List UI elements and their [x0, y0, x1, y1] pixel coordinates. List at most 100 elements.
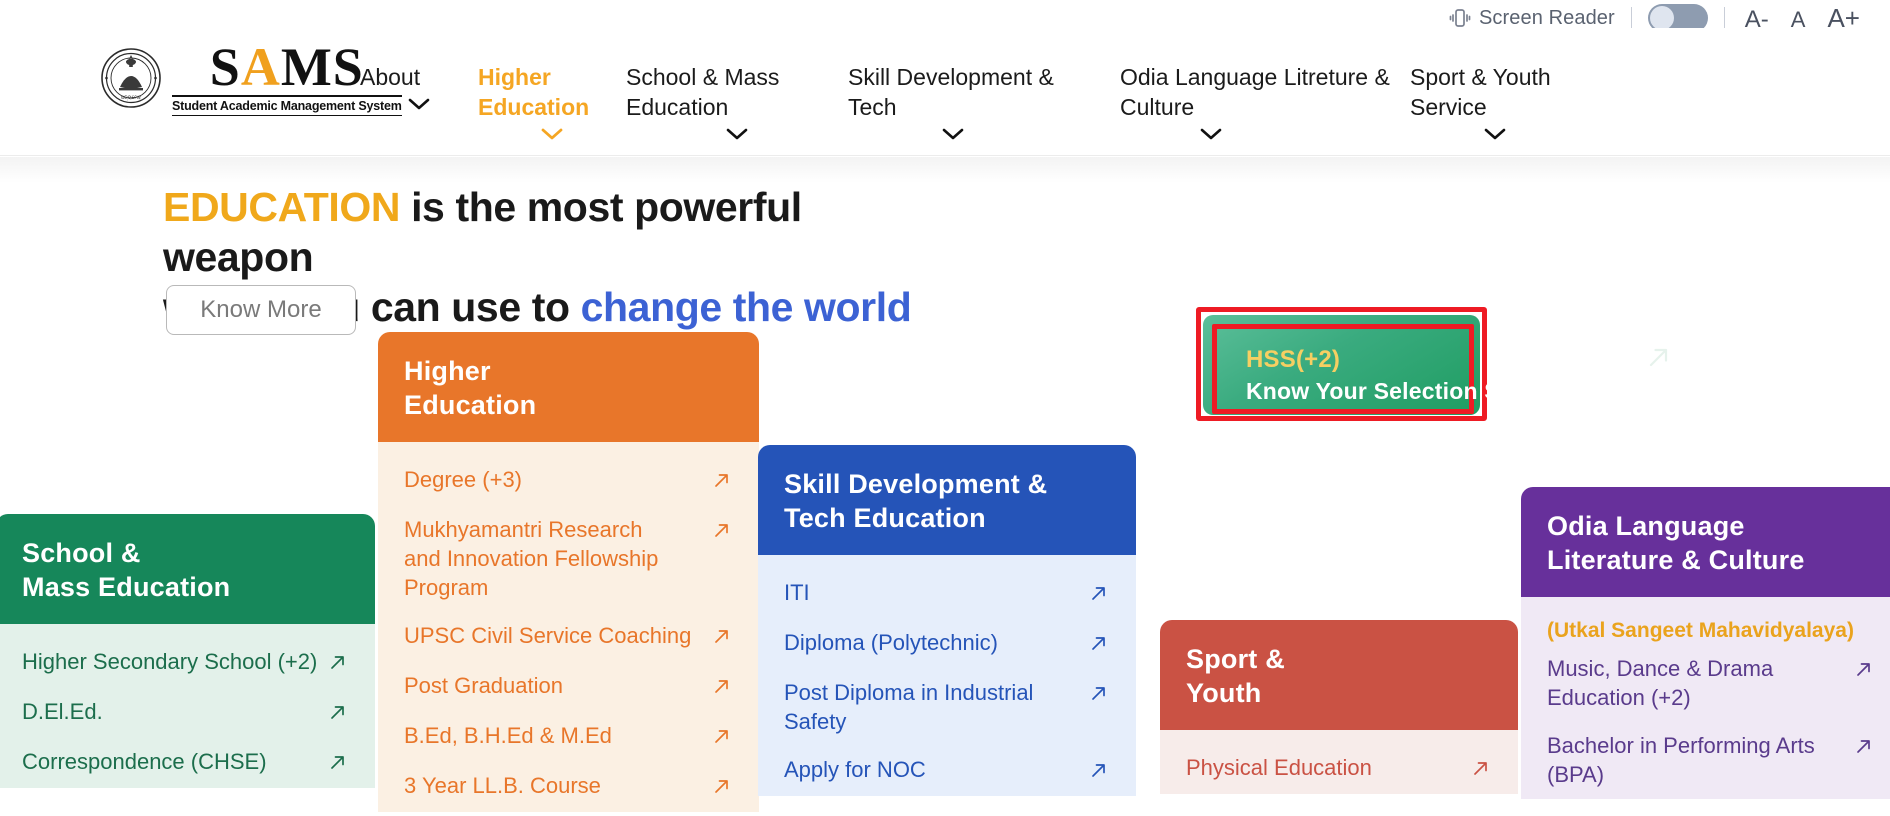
card-title-line-2: Youth: [1186, 678, 1262, 708]
nav-label: Sport & Youth Service: [1410, 64, 1551, 120]
card-link-label: Diploma (Polytechnic): [784, 630, 998, 655]
arrow-up-right-icon: [1644, 342, 1674, 377]
card-title-line-2: Mass Education: [22, 572, 231, 602]
card-link-label: Post Diploma in Industrial Safety: [784, 680, 1034, 734]
divider: [1630, 7, 1632, 29]
card-header: Higher Education: [378, 332, 759, 442]
nav-item-about[interactable]: About: [360, 62, 478, 112]
screen-reader-control[interactable]: Screen Reader: [1449, 7, 1615, 30]
svg-text:ସତ୍ୟମେବ: ସତ୍ୟମେବ: [121, 95, 142, 101]
card-link-label: Correspondence (CHSE): [22, 749, 267, 774]
card-header: Sport & Youth: [1160, 620, 1518, 730]
wordmark-text: SAMS: [209, 37, 364, 97]
card-link-d-el-ed[interactable]: D.El.Ed.: [0, 688, 375, 738]
card-link-3-year-llb-course[interactable]: 3 Year LL.B. Course: [378, 762, 759, 812]
arrow-up-right-icon: [1088, 632, 1110, 659]
card-link-label: Physical Education: [1186, 755, 1372, 780]
arrow-up-right-icon: [1088, 582, 1110, 609]
nav-item-school-mass-education[interactable]: School & Mass Education: [626, 62, 848, 142]
card-link-apply-for-noc[interactable]: Apply for NOC: [758, 746, 1136, 796]
card-title-line-1: Sport &: [1186, 644, 1285, 674]
nav-label: School & Mass Education: [626, 64, 780, 120]
nav-label: Higher Education: [478, 64, 590, 120]
card-link-diploma-polytechnic[interactable]: Diploma (Polytechnic): [758, 619, 1136, 669]
arrow-up-right-icon: [1853, 735, 1875, 762]
card-link-music-dance-drama-education[interactable]: Music, Dance & Drama Education (+2): [1521, 645, 1890, 722]
card-link-mukhyamantri-fellowship[interactable]: Mukhyamantri Research and Innovation Fel…: [378, 506, 759, 612]
page-root: Screen Reader A- A A+ ସତ୍ୟମେବ SAMS Stude…: [0, 0, 1890, 816]
card-header: Odia Language Literature & Culture: [1521, 487, 1890, 597]
arrow-up-right-icon: [711, 725, 733, 752]
card-link-bachelor-performing-arts[interactable]: Bachelor in Performing Arts (BPA): [1521, 722, 1890, 799]
card-header: Skill Development & Tech Education: [758, 445, 1136, 555]
brand-logo[interactable]: ସତ୍ୟମେବ SAMS Student Academic Management…: [100, 40, 402, 116]
card-links: (Utkal Sangeet Mahavidyalaya) Music, Dan…: [1521, 597, 1890, 799]
card-title-line-1: School &: [22, 538, 141, 568]
card-sport-youth: Sport & Youth Physical Education: [1160, 620, 1518, 794]
card-link-label: Degree (+3): [404, 467, 523, 492]
screen-reader-icon: [1449, 7, 1471, 29]
card-title-line-2: Education: [404, 390, 537, 420]
card-link-label: B.Ed, B.H.Ed & M.Ed: [404, 723, 612, 748]
card-link-label: Music, Dance & Drama Education (+2): [1547, 656, 1774, 710]
chevron-down-icon: [406, 96, 432, 112]
chevron-down-icon: [940, 126, 966, 142]
hero-section: EDUCATION is the most powerful weapon wh…: [0, 157, 1890, 816]
card-title-line-2: Tech Education: [784, 503, 986, 533]
card-link-label: Mukhyamantri Research and Innovation Fel…: [404, 517, 659, 600]
chevron-down-icon: [724, 126, 750, 142]
arrow-up-right-icon: [327, 651, 349, 678]
card-link-physical-education[interactable]: Physical Education: [1160, 744, 1518, 794]
nav-item-higher-education[interactable]: Higher Education: [478, 62, 626, 142]
arrow-up-right-icon: [1088, 682, 1110, 709]
card-link-upsc-civil-service-coaching[interactable]: UPSC Civil Service Coaching: [378, 612, 759, 662]
card-skill-development-tech-education: Skill Development & Tech Education ITI D…: [758, 445, 1136, 796]
card-title-line-1: Odia Language: [1547, 511, 1745, 541]
chevron-down-icon: [1482, 126, 1508, 142]
nav-item-skill-development-tech[interactable]: Skill Development & Tech: [848, 62, 1120, 142]
card-odia-language-literature-culture: Odia Language Literature & Culture (Utka…: [1521, 487, 1890, 799]
chevron-down-icon: [539, 126, 565, 142]
card-link-correspondence-chse[interactable]: Correspondence (CHSE): [0, 738, 375, 788]
card-higher-education: Higher Education Degree (+3) Mukhyamantr…: [378, 332, 759, 812]
card-header: School & Mass Education: [0, 514, 375, 624]
card-title-line-1: Skill Development &: [784, 469, 1048, 499]
nav-label: Odia Language Litreture & Culture: [1120, 64, 1390, 120]
card-links: Degree (+3) Mukhyamantri Research and In…: [378, 442, 759, 812]
nav-item-sport-youth-service[interactable]: Sport & Youth Service: [1410, 62, 1610, 142]
card-link-label: ITI: [784, 580, 810, 605]
nav-item-odia-language-litreture-culture[interactable]: Odia Language Litreture & Culture: [1120, 62, 1410, 142]
card-school-mass-education: School & Mass Education Higher Secondary…: [0, 514, 375, 788]
toggle-knob: [1649, 6, 1674, 30]
main-navigation: About Higher Education School & Mass Edu…: [360, 62, 1610, 142]
card-links: Physical Education: [1160, 730, 1518, 794]
know-more-button[interactable]: Know More: [166, 285, 356, 335]
site-header: ସତ୍ୟମେବ SAMS Student Academic Management…: [0, 28, 1890, 156]
card-links: ITI Diploma (Polytechnic) Post Diploma i…: [758, 555, 1136, 796]
hss-card-subtitle: Know Your Selection Status: [1246, 378, 1556, 404]
headline-line-1: EDUCATION is the most powerful weapon: [163, 182, 923, 282]
card-link-degree[interactable]: Degree (+3): [378, 456, 759, 506]
card-title-line-2: Literature & Culture: [1547, 545, 1805, 575]
arrow-up-right-icon: [711, 625, 733, 652]
chevron-down-icon: [1198, 126, 1224, 142]
arrow-up-right-icon: [1470, 757, 1492, 784]
arrow-up-right-icon: [711, 775, 733, 802]
arrow-up-right-icon: [1853, 658, 1875, 685]
hss-card-title: HSS(+2): [1246, 346, 1341, 373]
odisha-government-emblem-icon: ସତ୍ୟମେବ: [100, 47, 162, 109]
card-link-post-diploma-industrial-safety[interactable]: Post Diploma in Industrial Safety: [758, 669, 1136, 746]
card-link-label: Apply for NOC: [784, 757, 926, 782]
card-link-bed-bhed-med[interactable]: B.Ed, B.H.Ed & M.Ed: [378, 712, 759, 762]
card-link-post-graduation[interactable]: Post Graduation: [378, 662, 759, 712]
nav-label: Skill Development & Tech: [848, 64, 1054, 120]
hero-gradient: [0, 157, 1890, 183]
card-links: Higher Secondary School (+2) D.El.Ed. Co…: [0, 624, 375, 788]
hss-card-text: HSS(+2) Know Your Selection Status: [1246, 345, 1556, 407]
card-link-label: Bachelor in Performing Arts (BPA): [1547, 733, 1815, 787]
card-link-label: Post Graduation: [404, 673, 563, 698]
card-link-iti[interactable]: ITI: [758, 569, 1136, 619]
arrow-up-right-icon: [711, 519, 733, 546]
card-link-label: UPSC Civil Service Coaching: [404, 623, 692, 648]
card-link-higher-secondary-school[interactable]: Higher Secondary School (+2): [0, 638, 375, 688]
